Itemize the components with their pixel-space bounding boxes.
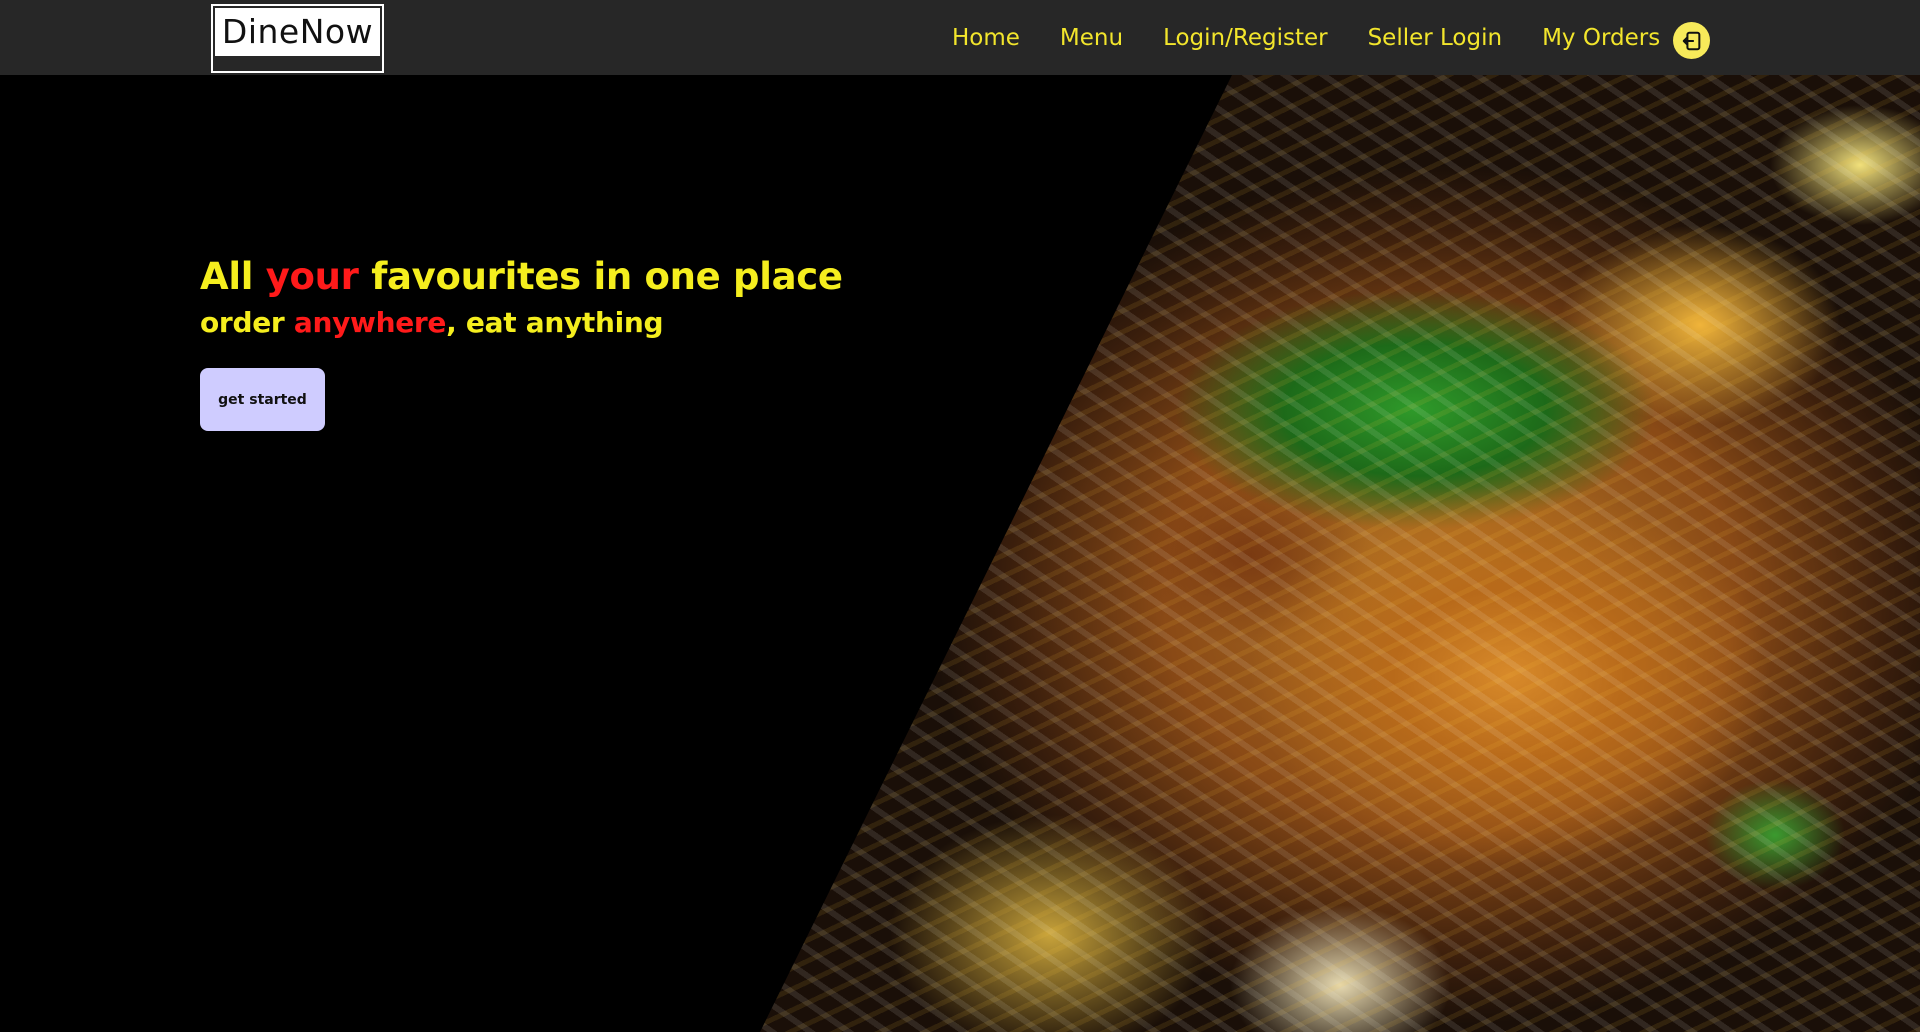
subline-part-1: order [200, 306, 294, 339]
logout-button[interactable] [1673, 22, 1710, 59]
brand-logo[interactable]: DineNow [211, 4, 384, 73]
nav-seller-login-link[interactable]: Seller Login [1368, 25, 1503, 51]
nav-menu-link[interactable]: Menu [1060, 25, 1123, 51]
headline-part-2: favourites in one place [358, 255, 843, 298]
headline-part-1: All [200, 255, 266, 298]
subline-accent: anywhere [293, 306, 447, 339]
top-navbar: DineNow Home Menu Login/Register Seller … [0, 0, 1920, 75]
hero-subline: order anywhere, eat anything [200, 306, 664, 339]
brand-logo-text: DineNow [215, 8, 380, 56]
get-started-button[interactable]: get started [200, 368, 325, 431]
biryani-photo-texture [760, 75, 1920, 1032]
nav-my-orders-link[interactable]: My Orders [1542, 25, 1660, 51]
logout-icon [1682, 31, 1700, 50]
main-nav: Home Menu Login/Register Seller Login My… [952, 0, 1700, 75]
nav-home-link[interactable]: Home [952, 25, 1020, 51]
subline-part-2: , eat anything [446, 306, 664, 339]
hero-headline: All your favourites in one place [200, 255, 843, 298]
hero-section: All your favourites in one place order a… [0, 75, 1920, 1032]
nav-login-register-link[interactable]: Login/Register [1163, 25, 1328, 51]
headline-accent: your [265, 255, 359, 298]
